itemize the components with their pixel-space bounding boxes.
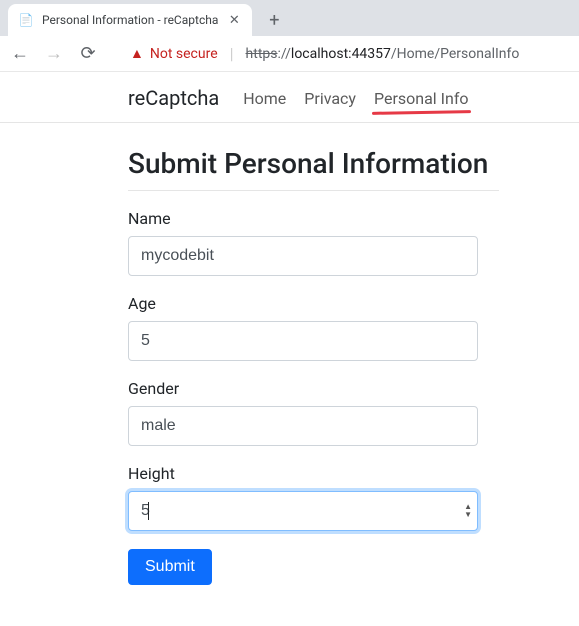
submit-button[interactable]: Submit bbox=[128, 549, 212, 585]
name-label: Name bbox=[128, 209, 499, 228]
close-icon[interactable]: ✕ bbox=[226, 12, 242, 28]
text-caret bbox=[148, 502, 149, 520]
gender-input[interactable] bbox=[128, 406, 478, 446]
step-down-icon[interactable]: ▼ bbox=[464, 511, 472, 519]
personal-info-form: Name Age Gender Height ▲ ▼ Submit bbox=[128, 209, 499, 585]
new-tab-button[interactable]: + bbox=[260, 6, 288, 34]
reload-button[interactable]: ⟳ bbox=[76, 42, 100, 66]
height-input[interactable] bbox=[128, 491, 478, 531]
warning-icon: ▲ bbox=[130, 45, 144, 62]
name-input[interactable] bbox=[128, 236, 478, 276]
forward-button[interactable]: → bbox=[42, 42, 66, 66]
security-label: Not secure bbox=[150, 46, 218, 62]
back-button[interactable]: ← bbox=[8, 42, 32, 66]
divider: | bbox=[230, 44, 234, 63]
browser-tab[interactable]: 📄 Personal Information - reCaptcha ✕ bbox=[8, 4, 252, 36]
brand[interactable]: reCaptcha bbox=[128, 86, 219, 110]
url-path: /Home/PersonalInfo bbox=[391, 46, 520, 62]
height-label: Height bbox=[128, 464, 499, 483]
tab-title: Personal Information - reCaptcha bbox=[42, 13, 218, 27]
nav-link-personal-info[interactable]: Personal Info bbox=[374, 89, 469, 108]
url-host: localhost: bbox=[291, 46, 352, 62]
url-protocol: https bbox=[246, 46, 278, 62]
gender-label: Gender bbox=[128, 379, 499, 398]
address-bar[interactable]: https://localhost:44357/Home/PersonalInf… bbox=[246, 46, 520, 62]
nav-link-privacy[interactable]: Privacy bbox=[304, 89, 356, 108]
page-title: Submit Personal Information bbox=[128, 147, 499, 190]
site-navbar: reCaptcha Home Privacy Personal Info bbox=[0, 72, 579, 123]
number-spinner[interactable]: ▲ ▼ bbox=[464, 503, 472, 519]
divider bbox=[128, 190, 499, 191]
url-sep: :// bbox=[278, 46, 291, 62]
browser-toolbar: ← → ⟳ ▲ Not secure | https://localhost:4… bbox=[0, 36, 579, 72]
security-chip[interactable]: ▲ Not secure bbox=[130, 45, 218, 62]
age-label: Age bbox=[128, 294, 499, 313]
tab-favicon-icon: 📄 bbox=[18, 12, 34, 28]
browser-tab-bar: 📄 Personal Information - reCaptcha ✕ + bbox=[0, 0, 579, 36]
url-port: 44357 bbox=[352, 46, 391, 62]
age-input[interactable] bbox=[128, 321, 478, 361]
nav-link-home[interactable]: Home bbox=[243, 89, 286, 108]
